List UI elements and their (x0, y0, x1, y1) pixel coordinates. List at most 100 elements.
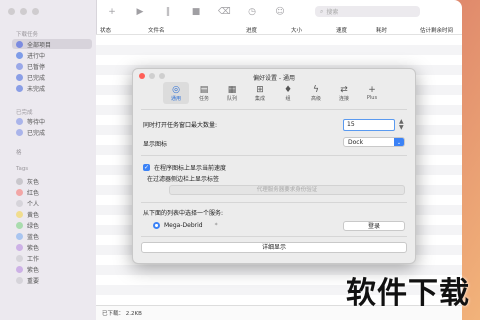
sidebar-download-item[interactable]: 未完成 (16, 83, 45, 93)
document-icon: ▤ (199, 84, 209, 95)
tab-bolt[interactable]: ϟ 高级 (303, 82, 329, 104)
search-input[interactable]: ⌕ 搜索 (315, 6, 420, 17)
max-tasks-input[interactable]: 15 (343, 119, 395, 131)
sidebar-tag-dot-icon (16, 276, 23, 284)
chevron-down-icon: ⌄ (394, 138, 404, 146)
detail-button[interactable]: 详细显示 (141, 242, 407, 253)
column-status[interactable]: 状态 (100, 26, 111, 34)
proxy-auth-button[interactable]: 代理服务器要求身份验证 (169, 185, 405, 195)
minimize-window-button[interactable] (20, 8, 27, 15)
sidebar-tag-label: 紫色 (27, 244, 40, 252)
service-name: Mega-Debrid (164, 222, 203, 229)
section-title-tags: Tags (16, 166, 29, 172)
show-speed-checkbox[interactable]: ✓ 在程序图标上显示当前速度 (143, 163, 226, 172)
service-badge: * (214, 222, 218, 229)
sidebar-tag-item[interactable]: 灰色 (16, 176, 39, 186)
sidebar-completed-item[interactable]: 等待中 (16, 116, 45, 126)
tab-label: 高级 (310, 95, 321, 102)
sidebar-tag-dot-icon (16, 188, 23, 196)
sidebar-tag-dot-icon (16, 243, 23, 251)
window-controls (8, 8, 39, 15)
column-size[interactable]: 大小 (291, 26, 302, 34)
pause-icon[interactable]: ‖ (162, 7, 174, 17)
sidebar-tag-label: 工作 (27, 255, 40, 263)
column-eta[interactable]: 估计剩余时间 (420, 26, 453, 34)
service-prompt: 从下面的列表中选择一个服务: (143, 210, 224, 217)
stop-icon[interactable]: ■ (190, 7, 202, 17)
plus-icon: + (368, 85, 376, 95)
play-icon[interactable]: ▶ (134, 7, 146, 17)
tab-document[interactable]: ▤ 任务 (191, 82, 217, 104)
sidebar-tag-label: 重要 (27, 277, 40, 285)
login-button[interactable]: 登录 (343, 221, 405, 231)
add-icon[interactable]: + (106, 7, 118, 17)
sidebar-tag-label: 蓝色 (27, 233, 40, 241)
dialog-title: 偏好设置 - 通用 (253, 75, 295, 82)
service-radio-mega-debrid[interactable]: Mega-Debrid * (153, 222, 218, 229)
tab-label: 集成 (254, 95, 265, 102)
sidebar-tag-item[interactable]: 绿色 (16, 220, 39, 230)
tab-gear[interactable]: ◎ 通用 (163, 82, 189, 104)
column-speed[interactable]: 速度 (336, 26, 347, 34)
watermark-text: 软件下载 (346, 276, 470, 311)
divider (141, 155, 407, 156)
show-tags-checkbox[interactable]: 在过滤器侧边栏上显示标签 (147, 174, 219, 183)
column-filename[interactable]: 文件名 (148, 26, 165, 34)
tab-label: 任务 (198, 95, 209, 102)
table-header: 状态 文件名 进度 大小 速度 耗时 估计剩余时间 (96, 24, 462, 35)
sidebar: 下载任务 全部项目 进行中 已暂停 已完成 未完成 已完成 等待中 已完成 格 Tags … (0, 0, 97, 320)
sidebar-download-dot-icon (16, 84, 23, 92)
max-tasks-stepper[interactable]: ▲ ▼ (399, 119, 404, 131)
radio-selected-icon (153, 222, 160, 229)
sidebar-tag-item[interactable]: 蓝色 (16, 231, 39, 241)
show-icon-select[interactable]: Dock ⌄ (343, 137, 405, 147)
sidebar-tag-item[interactable]: 黄色 (16, 209, 39, 219)
show-icon-value: Dock (348, 139, 364, 146)
tab-label: 队列 (226, 95, 237, 102)
close-window-button[interactable] (8, 8, 15, 15)
tab-plus[interactable]: + Plus (359, 82, 385, 104)
tab-connection[interactable]: ⇄ 连接 (331, 82, 357, 104)
sidebar-tag-item[interactable]: 个人 (16, 198, 39, 208)
sidebar-download-label: 进行中 (27, 52, 46, 60)
sidebar-download-item[interactable]: 进行中 (16, 50, 45, 60)
sidebar-download-dot-icon (16, 40, 23, 48)
section-title-grid: 格 (16, 150, 22, 156)
sidebar-download-item[interactable]: 已完成 (16, 72, 45, 82)
column-progress[interactable]: 进度 (246, 26, 257, 34)
sidebar-tag-dot-icon (16, 254, 23, 262)
sidebar-tag-item[interactable]: 红色 (16, 187, 39, 197)
group-icon: ♦ (283, 84, 293, 95)
schedule-icon[interactable]: ◷ (246, 7, 258, 17)
search-placeholder: 搜索 (326, 9, 339, 16)
sidebar-tag-item[interactable]: 紫色 (16, 242, 39, 252)
max-tasks-label: 同时打开任务窗口最大数量: (143, 122, 218, 129)
sidebar-download-dot-icon (16, 62, 23, 70)
sidebar-download-item[interactable]: 全部项目 (12, 39, 92, 49)
sidebar-completed-item[interactable]: 已完成 (16, 127, 45, 137)
bolt-icon: ϟ (313, 84, 319, 95)
queue-icon: ▦ (227, 84, 237, 95)
sidebar-tag-item[interactable]: 重要 (16, 275, 39, 285)
sidebar-tag-dot-icon (16, 265, 23, 273)
sidebar-tag-item[interactable]: 工作 (16, 253, 39, 263)
search-icon: ⌕ (320, 7, 324, 15)
sidebar-download-item[interactable]: 已暂停 (16, 61, 45, 71)
tab-label: 组 (285, 95, 291, 102)
tab-integration[interactable]: ⊞ 集成 (247, 82, 273, 104)
sidebar-tag-dot-icon (16, 232, 23, 240)
sidebar-tag-label: 个人 (27, 200, 40, 208)
connection-icon: ⇄ (340, 84, 348, 95)
sidebar-tag-dot-icon (16, 177, 23, 185)
tab-queue[interactable]: ▦ 队列 (219, 82, 245, 104)
tab-label: 通用 (170, 95, 181, 102)
gear-icon: ◎ (172, 84, 180, 95)
zoom-window-button[interactable] (32, 8, 39, 15)
speed-icon[interactable]: ☺ (274, 7, 286, 17)
show-icon-label: 显示图标 (143, 141, 168, 148)
column-elapsed[interactable]: 耗时 (376, 26, 387, 34)
sidebar-tag-item[interactable]: 紫色 (16, 264, 39, 274)
delete-icon[interactable]: ⌫ (218, 7, 231, 17)
divider (141, 202, 407, 203)
tab-group[interactable]: ♦ 组 (275, 82, 301, 104)
